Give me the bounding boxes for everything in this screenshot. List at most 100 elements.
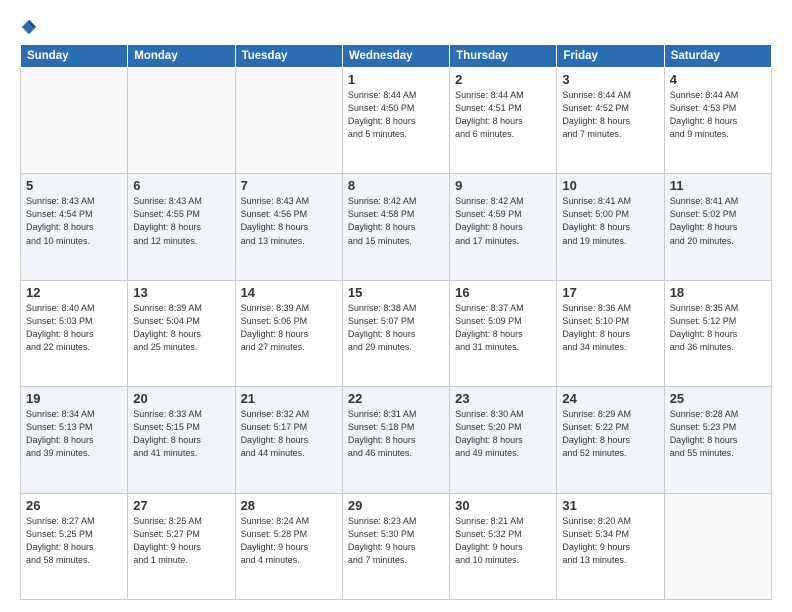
day-cell [235,68,342,174]
day-cell: 13Sunrise: 8:39 AM Sunset: 5:04 PM Dayli… [128,280,235,386]
day-cell: 19Sunrise: 8:34 AM Sunset: 5:13 PM Dayli… [21,387,128,493]
day-cell [21,68,128,174]
day-info: Sunrise: 8:40 AM Sunset: 5:03 PM Dayligh… [26,302,122,354]
day-cell: 15Sunrise: 8:38 AM Sunset: 5:07 PM Dayli… [342,280,449,386]
day-info: Sunrise: 8:43 AM Sunset: 4:55 PM Dayligh… [133,195,229,247]
week-row-1: 1 Sunrise: 8:44 AM Sunset: 4:50 PM Daylig… [21,68,772,174]
day-number: 16 [455,285,551,300]
day-cell: 29 Sunrise: 8:23 AM Sunset: 5:30 PM Dayli… [342,493,449,599]
day-number: 26 [26,498,122,513]
header [20,18,772,36]
day-info: Sunrise: 8:28 AM Sunset: 5:23 PM Dayligh… [670,408,766,460]
day-info: Sunrise: 8:39 AM Sunset: 5:06 PM Dayligh… [241,302,337,354]
day-number: 20 [133,391,229,406]
day-info: Sunrise: 8:20 AM Sunset: 5:34 PM Dayligh… [562,515,658,567]
day-cell: 31 Sunrise: 8:20 AM Sunset: 5:34 PM Dayli… [557,493,664,599]
day-number: 12 [26,285,122,300]
week-row-2: 5 Sunrise: 8:43 AM Sunset: 4:54 PM Daylig… [21,174,772,280]
day-info: Sunrise: 8:25 AM Sunset: 5:27 PM Dayligh… [133,515,229,567]
day-cell: 4 Sunrise: 8:44 AM Sunset: 4:53 PM Daylig… [664,68,771,174]
day-number: 7 [241,178,337,193]
day-cell: 9Sunrise: 8:42 AM Sunset: 4:59 PM Daylig… [450,174,557,280]
day-info: Sunrise: 8:37 AM Sunset: 5:09 PM Dayligh… [455,302,551,354]
day-number: 23 [455,391,551,406]
day-number: 5 [26,178,122,193]
day-cell: 11 Sunrise: 8:41 AM Sunset: 5:02 PM Dayli… [664,174,771,280]
day-info: Sunrise: 8:44 AM Sunset: 4:50 PM Dayligh… [348,89,444,141]
day-cell: 28Sunrise: 8:24 AM Sunset: 5:28 PM Dayli… [235,493,342,599]
day-cell: 22 Sunrise: 8:31 AM Sunset: 5:18 PM Dayli… [342,387,449,493]
day-number: 13 [133,285,229,300]
day-cell: 12 Sunrise: 8:40 AM Sunset: 5:03 PM Dayli… [21,280,128,386]
day-number: 25 [670,391,766,406]
day-info: Sunrise: 8:33 AM Sunset: 5:15 PM Dayligh… [133,408,229,460]
day-info: Sunrise: 8:30 AM Sunset: 5:20 PM Dayligh… [455,408,551,460]
day-info: Sunrise: 8:43 AM Sunset: 4:54 PM Dayligh… [26,195,122,247]
day-number: 29 [348,498,444,513]
day-number: 10 [562,178,658,193]
day-info: Sunrise: 8:36 AM Sunset: 5:10 PM Dayligh… [562,302,658,354]
day-info: Sunrise: 8:44 AM Sunset: 4:51 PM Dayligh… [455,89,551,141]
day-number: 21 [241,391,337,406]
day-cell: 5 Sunrise: 8:43 AM Sunset: 4:54 PM Daylig… [21,174,128,280]
weekday-saturday: Saturday [664,45,771,68]
day-cell: 26Sunrise: 8:27 AM Sunset: 5:25 PM Dayli… [21,493,128,599]
day-info: Sunrise: 8:42 AM Sunset: 4:59 PM Dayligh… [455,195,551,247]
day-number: 28 [241,498,337,513]
day-info: Sunrise: 8:21 AM Sunset: 5:32 PM Dayligh… [455,515,551,567]
day-info: Sunrise: 8:23 AM Sunset: 5:30 PM Dayligh… [348,515,444,567]
day-number: 15 [348,285,444,300]
day-number: 4 [670,72,766,87]
day-cell: 23 Sunrise: 8:30 AM Sunset: 5:20 PM Dayli… [450,387,557,493]
day-cell: 16 Sunrise: 8:37 AM Sunset: 5:09 PM Dayli… [450,280,557,386]
week-row-4: 19Sunrise: 8:34 AM Sunset: 5:13 PM Dayli… [21,387,772,493]
day-number: 1 [348,72,444,87]
day-info: Sunrise: 8:29 AM Sunset: 5:22 PM Dayligh… [562,408,658,460]
week-row-3: 12 Sunrise: 8:40 AM Sunset: 5:03 PM Dayli… [21,280,772,386]
day-number: 6 [133,178,229,193]
day-number: 14 [241,285,337,300]
day-cell: 6 Sunrise: 8:43 AM Sunset: 4:55 PM Daylig… [128,174,235,280]
day-info: Sunrise: 8:41 AM Sunset: 5:02 PM Dayligh… [670,195,766,247]
day-cell: 30Sunrise: 8:21 AM Sunset: 5:32 PM Dayli… [450,493,557,599]
day-number: 24 [562,391,658,406]
day-number: 3 [562,72,658,87]
day-number: 22 [348,391,444,406]
weekday-monday: Monday [128,45,235,68]
day-number: 17 [562,285,658,300]
day-info: Sunrise: 8:44 AM Sunset: 4:52 PM Dayligh… [562,89,658,141]
day-cell: 24 Sunrise: 8:29 AM Sunset: 5:22 PM Dayli… [557,387,664,493]
day-cell: 18Sunrise: 8:35 AM Sunset: 5:12 PM Dayli… [664,280,771,386]
day-cell: 27 Sunrise: 8:25 AM Sunset: 5:27 PM Dayli… [128,493,235,599]
day-number: 18 [670,285,766,300]
weekday-friday: Friday [557,45,664,68]
weekday-wednesday: Wednesday [342,45,449,68]
day-info: Sunrise: 8:32 AM Sunset: 5:17 PM Dayligh… [241,408,337,460]
day-info: Sunrise: 8:44 AM Sunset: 4:53 PM Dayligh… [670,89,766,141]
logo [20,18,40,36]
weekday-tuesday: Tuesday [235,45,342,68]
day-cell: 25 Sunrise: 8:28 AM Sunset: 5:23 PM Dayli… [664,387,771,493]
day-cell: 3 Sunrise: 8:44 AM Sunset: 4:52 PM Daylig… [557,68,664,174]
day-cell [664,493,771,599]
day-cell: 2Sunrise: 8:44 AM Sunset: 4:51 PM Daylig… [450,68,557,174]
day-number: 11 [670,178,766,193]
weekday-header-row: SundayMondayTuesdayWednesdayThursdayFrid… [21,45,772,68]
page: SundayMondayTuesdayWednesdayThursdayFrid… [0,0,792,612]
day-cell: 10Sunrise: 8:41 AM Sunset: 5:00 PM Dayli… [557,174,664,280]
day-cell: 8Sunrise: 8:42 AM Sunset: 4:58 PM Daylig… [342,174,449,280]
week-row-5: 26Sunrise: 8:27 AM Sunset: 5:25 PM Dayli… [21,493,772,599]
logo-icon [20,18,38,36]
day-cell: 17 Sunrise: 8:36 AM Sunset: 5:10 PM Dayli… [557,280,664,386]
day-info: Sunrise: 8:43 AM Sunset: 4:56 PM Dayligh… [241,195,337,247]
weekday-thursday: Thursday [450,45,557,68]
day-number: 31 [562,498,658,513]
day-cell: 7 Sunrise: 8:43 AM Sunset: 4:56 PM Daylig… [235,174,342,280]
day-number: 27 [133,498,229,513]
day-info: Sunrise: 8:31 AM Sunset: 5:18 PM Dayligh… [348,408,444,460]
day-number: 19 [26,391,122,406]
calendar-table: SundayMondayTuesdayWednesdayThursdayFrid… [20,44,772,600]
day-info: Sunrise: 8:42 AM Sunset: 4:58 PM Dayligh… [348,195,444,247]
day-cell [128,68,235,174]
weekday-sunday: Sunday [21,45,128,68]
